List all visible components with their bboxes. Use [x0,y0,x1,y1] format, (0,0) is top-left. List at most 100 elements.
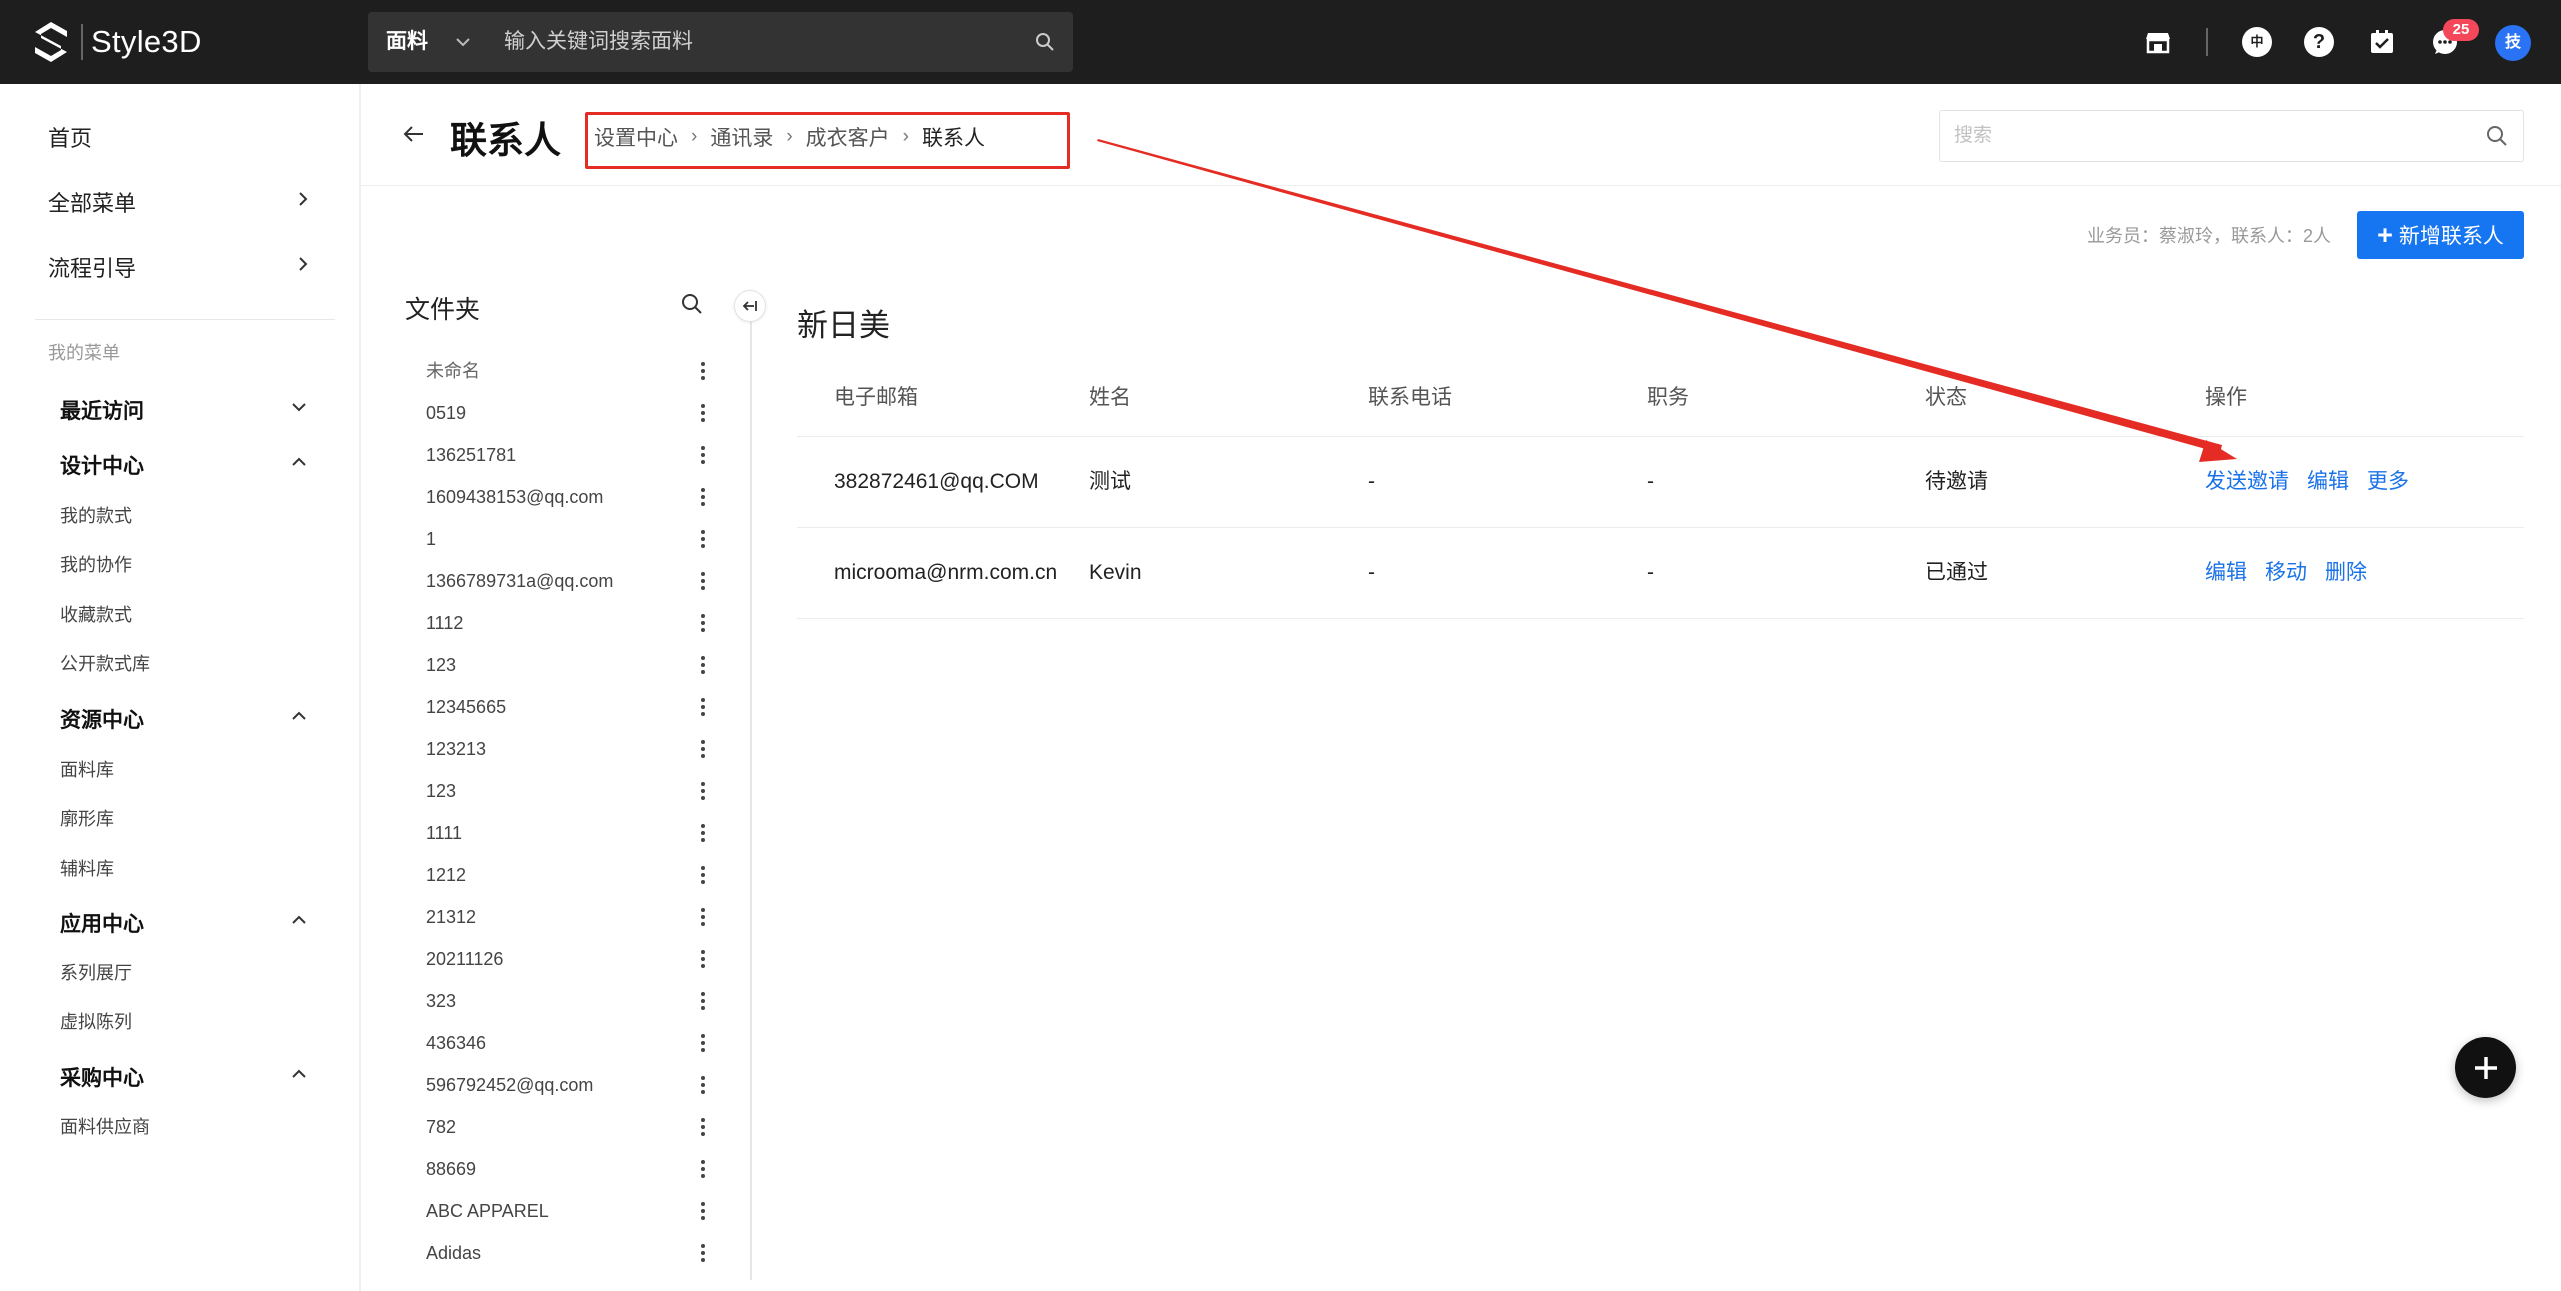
more-vertical-icon[interactable] [700,686,706,728]
user-avatar[interactable]: 技 [2495,25,2531,61]
more-vertical-icon[interactable] [700,392,706,434]
floating-add-button[interactable] [2455,1037,2516,1098]
search-icon[interactable] [680,292,704,316]
more-vertical-icon[interactable] [700,476,706,518]
search-icon[interactable] [1035,32,1055,52]
menu-item-fabric-library[interactable]: 面料库 [60,756,114,782]
language-icon[interactable]: 中 [2242,27,2272,57]
menu-item-series-showroom[interactable]: 系列展厅 [60,959,132,985]
folder-item-label: 1112 [426,613,464,633]
folder-item[interactable]: Adidas [405,1232,720,1274]
section-design-center[interactable]: 设计中心 [60,450,144,480]
nav-home[interactable]: 首页 [48,121,92,153]
folder-item-label: 123 [426,655,457,675]
folder-panel-title: 文件夹 [405,296,481,324]
menu-item-public-style-library[interactable]: 公开款式库 [60,650,150,676]
task-check-icon[interactable] [2367,27,2397,57]
folder-item[interactable]: 1366789731a@qq.com [405,560,720,602]
folder-item[interactable]: 1 [405,518,720,560]
more-vertical-icon[interactable] [700,1190,706,1232]
app-logo[interactable]: Style3D [31,19,202,65]
folder-item[interactable]: 88669 [405,1148,720,1190]
global-search-bar[interactable]: 面料 输入关键词搜索面料 [368,12,1073,72]
more-vertical-icon[interactable] [700,1232,706,1274]
more-vertical-icon[interactable] [700,602,706,644]
menu-item-favorite-styles[interactable]: 收藏款式 [60,601,132,627]
folder-item[interactable]: 436346 [405,1022,720,1064]
more-vertical-icon[interactable] [700,1064,706,1106]
app-name: Style3D [91,24,202,59]
folder-item[interactable]: 1212 [405,854,720,896]
nav-all-menu[interactable]: 全部菜单 [48,186,136,218]
search-category-select[interactable]: 面料 [386,12,428,72]
more-vertical-icon[interactable] [700,896,706,938]
folder-item[interactable]: ABC APPAREL [405,1190,720,1232]
section-application-center[interactable]: 应用中心 [60,908,144,938]
folder-item[interactable]: 123 [405,770,720,812]
back-arrow-icon[interactable] [402,123,426,145]
edit-link[interactable]: 编辑 [2205,561,2247,584]
folder-item[interactable]: 323 [405,980,720,1022]
menu-item-silhouette-library[interactable]: 廓形库 [60,805,114,831]
folder-panel-divider[interactable] [750,290,752,1280]
more-vertical-icon[interactable] [700,812,706,854]
delete-link[interactable]: 删除 [2325,561,2367,584]
folder-item[interactable]: 1112 [405,602,720,644]
folder-item[interactable]: 596792452@qq.com [405,1064,720,1106]
more-vertical-icon[interactable] [700,770,706,812]
nav-process-guide[interactable]: 流程引导 [48,251,136,283]
help-icon[interactable]: ? [2304,27,2334,57]
move-link[interactable]: 移动 [2265,561,2307,584]
chevron-up-icon[interactable] [290,453,308,471]
add-contact-button[interactable]: + 新增联系人 [2357,211,2524,259]
folder-item[interactable]: 123213 [405,728,720,770]
menu-item-virtual-display[interactable]: 虚拟陈列 [60,1008,132,1034]
section-recent[interactable]: 最近访问 [60,395,144,425]
folder-item[interactable]: 782 [405,1106,720,1148]
section-purchase-center[interactable]: 采购中心 [60,1062,144,1092]
more-link[interactable]: 更多 [2367,470,2409,493]
more-vertical-icon[interactable] [700,1148,706,1190]
folder-item[interactable]: 1609438153@qq.com [405,476,720,518]
folder-item[interactable]: 1111 [405,812,720,854]
more-vertical-icon[interactable] [700,644,706,686]
folder-item[interactable]: 12345665 [405,686,720,728]
contact-position: - [1647,470,1654,493]
menu-item-fabric-supplier[interactable]: 面料供应商 [60,1113,150,1139]
chevron-up-icon[interactable] [290,911,308,929]
chevron-down-icon[interactable] [290,398,308,416]
more-vertical-icon[interactable] [700,980,706,1022]
folder-item[interactable]: 20211126 [405,938,720,980]
collapse-panel-button[interactable] [734,290,766,322]
send-invite-link[interactable]: 发送邀请 [2205,470,2289,493]
more-vertical-icon[interactable] [700,518,706,560]
more-vertical-icon[interactable] [700,560,706,602]
folder-item[interactable]: 136251781 [405,434,720,476]
breadcrumb-garment-customer[interactable]: 成衣客户 [806,122,890,152]
folder-item[interactable]: 123 [405,644,720,686]
chevron-up-icon[interactable] [290,1065,308,1083]
menu-item-accessory-library[interactable]: 辅料库 [60,855,114,881]
contact-search-input[interactable]: 搜索 [1939,110,2524,162]
menu-item-my-styles[interactable]: 我的款式 [60,502,132,528]
more-vertical-icon[interactable] [700,1022,706,1064]
more-vertical-icon[interactable] [700,434,706,476]
more-vertical-icon[interactable] [700,854,706,896]
more-vertical-icon[interactable] [700,938,706,980]
menu-item-my-collaboration[interactable]: 我的协作 [60,551,132,577]
more-vertical-icon[interactable] [700,728,706,770]
section-resource-center[interactable]: 资源中心 [60,704,144,734]
contact-search-placeholder[interactable]: 搜索 [1954,111,1992,161]
more-vertical-icon[interactable] [700,1106,706,1148]
folder-item[interactable]: 21312 [405,896,720,938]
global-search-input[interactable]: 输入关键词搜索面料 [504,12,693,72]
chevron-up-icon[interactable] [290,707,308,725]
folder-item[interactable]: 未命名 [405,350,720,392]
more-vertical-icon[interactable] [700,350,706,392]
folder-item[interactable]: 0519 [405,392,720,434]
edit-link[interactable]: 编辑 [2307,470,2349,493]
breadcrumb-settings-center[interactable]: 设置中心 [594,122,678,152]
breadcrumb-address-book[interactable]: 通讯录 [710,122,773,152]
search-icon[interactable] [2485,124,2509,148]
store-icon[interactable] [2143,27,2173,57]
